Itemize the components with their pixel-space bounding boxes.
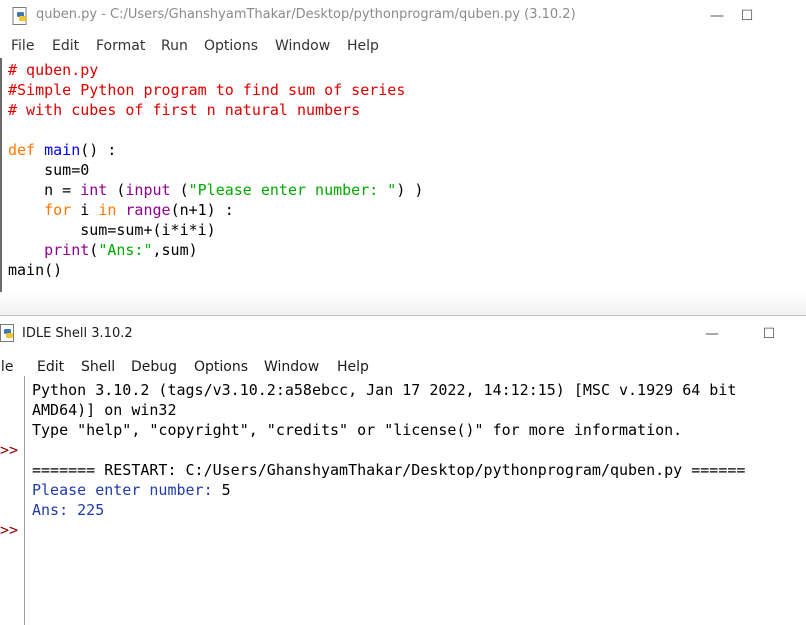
code-editor[interactable]: # quben.py #Simple Python program to fin…	[8, 60, 423, 280]
editor-window-title: quben.py - C:/Users/GhanshyamThakar/Desk…	[36, 7, 576, 22]
editor-window: quben.py - C:/Users/GhanshyamThakar/Desk…	[0, 0, 806, 316]
code-text: (	[170, 181, 189, 199]
builtin-input: input	[125, 181, 171, 199]
editor-left-border	[0, 58, 2, 316]
code-text: () :	[80, 141, 117, 159]
shell-menubar: File Edit Shell Debug Options Window Hel…	[0, 354, 806, 380]
code-text: n =	[8, 181, 81, 199]
menu-options[interactable]: Options	[204, 38, 258, 54]
menu-edit[interactable]: Edit	[52, 38, 79, 54]
menu-window[interactable]: Window	[275, 38, 330, 54]
keyword-in: in	[98, 201, 117, 219]
editor-titlebar[interactable]: quben.py - C:/Users/GhanshyamThakar/Desk…	[0, 0, 806, 32]
code-comment: #Simple Python program to find sum of se…	[8, 81, 406, 99]
minimize-icon[interactable]: —	[692, 322, 732, 346]
python-file-icon	[12, 7, 30, 25]
menu-help[interactable]: Help	[347, 38, 379, 54]
function-name: main	[44, 141, 81, 159]
code-comment: # with cubes of first n natural numbers	[8, 101, 361, 119]
code-text: (	[89, 241, 99, 259]
shell-prompt-gutter: >> >>	[0, 376, 25, 625]
menu-shell[interactable]: Shell	[81, 359, 115, 375]
code-text: ) )	[396, 181, 424, 199]
shell-prompt: >>	[0, 441, 19, 459]
menu-help[interactable]: Help	[337, 359, 369, 375]
editor-menubar: File Edit Format Run Options Window Help	[0, 33, 806, 59]
shell-window-title: IDLE Shell 3.10.2	[22, 326, 133, 341]
code-string: "Please enter number: "	[188, 181, 397, 199]
code-text: (n+1) :	[170, 201, 234, 219]
shell-restart-line: ======= RESTART: C:/Users/GhanshyamThaka…	[32, 461, 746, 479]
code-text: i	[71, 201, 99, 219]
menu-format[interactable]: Format	[96, 38, 145, 54]
code-comment: # quben.py	[8, 61, 99, 79]
shell-prompt: >>	[0, 521, 19, 539]
menu-window[interactable]: Window	[264, 359, 319, 375]
code-text: sum=sum+(i*i*i)	[8, 221, 216, 239]
code-string: "Ans:"	[98, 241, 153, 259]
shell-banner-line: Type "help", "copyright", "credits" or "…	[32, 421, 683, 439]
menu-edit[interactable]: Edit	[37, 359, 64, 375]
editor-bottom-fade	[0, 292, 806, 316]
code-text: ,sum)	[152, 241, 198, 259]
code-text: (	[107, 181, 126, 199]
keyword-for: for	[44, 201, 72, 219]
shell-banner-line: AMD64)] on win32	[32, 401, 177, 419]
menu-run[interactable]: Run	[161, 38, 188, 54]
maximize-icon[interactable]: ☐	[727, 4, 767, 28]
shell-answer-line: Ans: 225	[32, 501, 105, 519]
builtin-int: int	[80, 181, 108, 199]
code-text: main()	[8, 261, 63, 279]
menu-file[interactable]: File	[11, 38, 34, 54]
builtin-print: print	[44, 241, 90, 259]
shell-output[interactable]: Python 3.10.2 (tags/v3.10.2:a58ebcc, Jan…	[32, 380, 745, 520]
code-text: sum=0	[8, 161, 90, 179]
shell-input-value: 5	[221, 481, 231, 499]
python-shell-icon	[0, 324, 18, 342]
shell-banner-line: Python 3.10.2 (tags/v3.10.2:a58ebcc, Jan…	[32, 381, 737, 399]
builtin-range: range	[125, 201, 171, 219]
menu-options[interactable]: Options	[194, 359, 248, 375]
maximize-icon[interactable]: ☐	[749, 322, 789, 346]
shell-window: IDLE Shell 3.10.2 — ☐ File Edit Shell De…	[0, 316, 806, 625]
shell-input-prompt: Please enter number:	[32, 481, 222, 499]
menu-file[interactable]: File	[0, 359, 13, 375]
shell-titlebar[interactable]: IDLE Shell 3.10.2 — ☐	[0, 316, 806, 348]
keyword-def: def	[8, 141, 36, 159]
menu-debug[interactable]: Debug	[131, 359, 177, 375]
